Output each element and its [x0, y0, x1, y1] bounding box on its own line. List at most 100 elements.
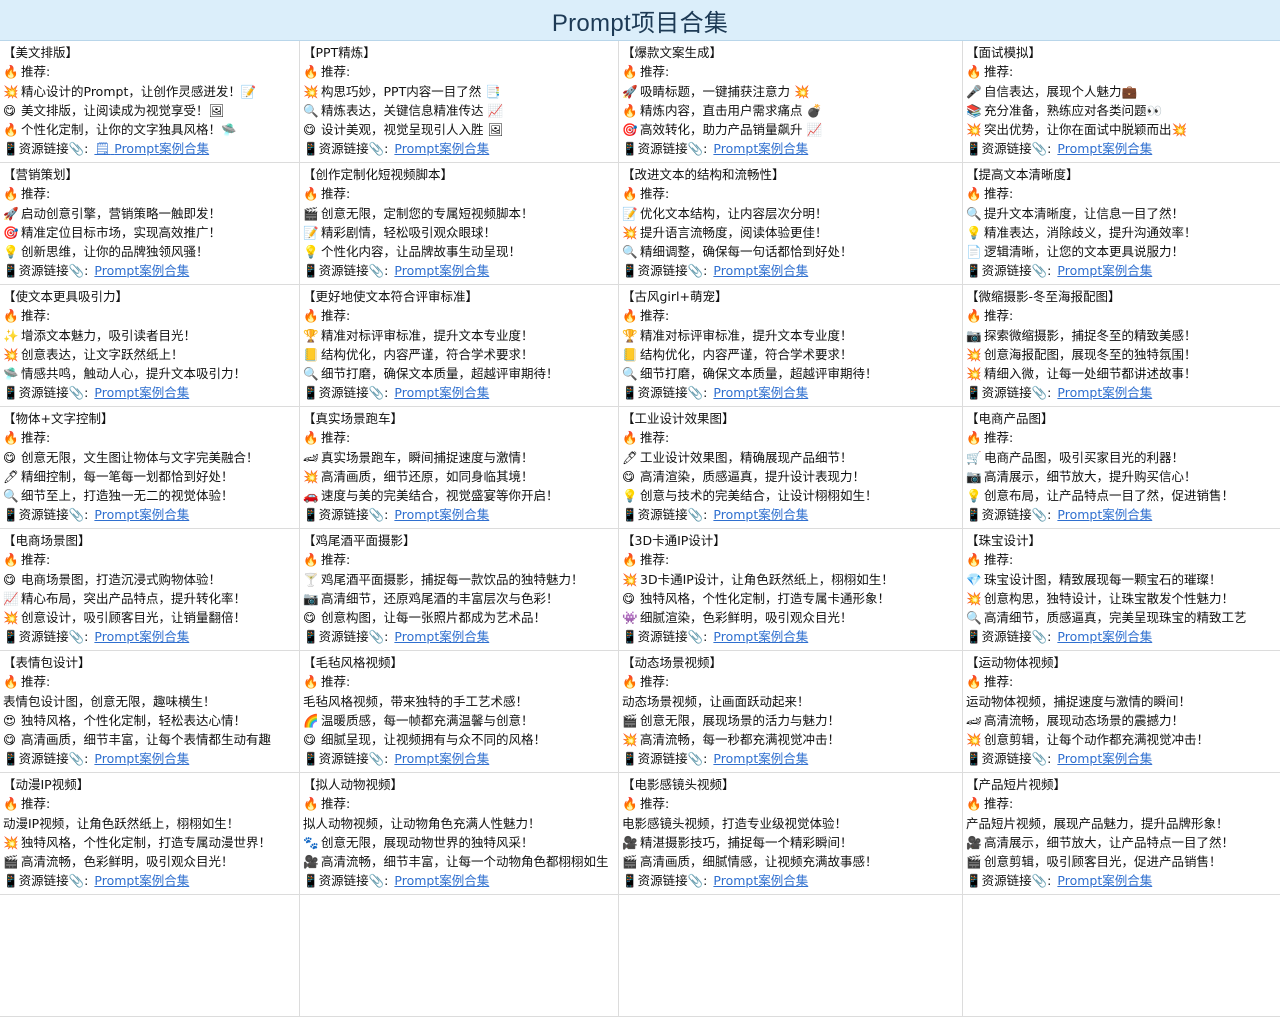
prompt-case-link[interactable]: Prompt案例合集 [94, 873, 189, 888]
recommend-row: 🔥 推荐: [303, 184, 618, 203]
line-text: 速度与美的完美结合，视觉盛宴等你开启！ [321, 488, 559, 504]
line-text: 表情包设计图，创意无限，趣味横生！ [3, 693, 216, 709]
prompt-case-link[interactable]: Prompt案例合集 [94, 385, 189, 400]
card-title: 【古风girl+萌宠】 [622, 289, 728, 304]
prompt-case-link[interactable]: Prompt案例合集 [713, 385, 808, 400]
line-text: 创意剪辑，让每个动作都充满视觉冲击！ [984, 732, 1210, 748]
line-emoji-icon: 📷 [966, 327, 982, 343]
phone-icon: 📱 [966, 629, 982, 645]
recommend-row: 🔥 推荐: [303, 306, 618, 325]
line-text: 结构优化，内容严谨，符合学术要求！ [640, 346, 853, 362]
resource-row: 📱资源链接📎: Prompt案例合集 [622, 383, 962, 402]
prompt-card: 【营销策划】 🔥 推荐: 🚀 启动创意引擎，营销策略一触即发！ 🎯 精准定位目标市场，实现高… [0, 163, 300, 285]
prompt-case-link[interactable]: Prompt案例合集 [394, 873, 489, 888]
recommend-label: 推荐: [640, 186, 670, 202]
recommend-label: 推荐: [21, 186, 51, 202]
line-emoji-icon: 🔍 [3, 488, 19, 504]
phone-icon: 📱 [303, 141, 319, 157]
recommend-row: 🔥 推荐: [966, 62, 1280, 81]
resource-row: 📱资源链接📎: Prompt案例合集 [3, 627, 299, 646]
phone-icon: 📱 [966, 507, 982, 523]
prompt-case-link[interactable]: Prompt案例合集 [713, 263, 808, 278]
resource-label: 资源链接 [981, 751, 1032, 767]
line-text: 温暖质感，每一帧都充满温馨与创意！ [321, 712, 534, 728]
prompt-case-link[interactable]: Prompt案例合集 [94, 751, 189, 766]
recommend-row: 🔥 推荐: [3, 306, 299, 325]
fire-icon: 🔥 [966, 308, 982, 324]
resource-row: 📱资源链接📎: Prompt案例合集 [3, 749, 299, 768]
prompt-case-link[interactable]: Prompt案例合集 [1057, 263, 1152, 278]
empty-cell [300, 895, 619, 1017]
prompt-case-link[interactable]: Prompt案例合集 [713, 141, 808, 156]
prompt-card: 【毛毡风格视频】 🔥 推荐: 毛毡风格视频，带来独特的手工艺术感！ 🌈 温暖质感，每一帧都… [300, 651, 619, 773]
prompt-case-link[interactable]: Prompt案例合集 [1057, 751, 1152, 766]
fire-icon: 🔥 [622, 430, 638, 446]
prompt-card: 【电商场景图】 🔥 推荐: 😋 电商场景图，打造沉浸式购物体验！ 📈 精心布局，突出产品特点… [0, 529, 300, 651]
card-line: 😋 创意构图，让每一张照片都成为艺术品！ [303, 608, 618, 627]
line-emoji-icon: 😋 [303, 732, 317, 748]
line-text: 精细控制，每一笔每一划都恰到好处！ [21, 468, 234, 484]
resource-label: 资源链接 [18, 385, 69, 401]
paperclip-icon: 📎 [368, 629, 385, 645]
prompt-case-link[interactable]: 🗒 Prompt案例合集 [94, 141, 209, 156]
card-line: 👾 细腻渲染，色彩鲜明，吸引观众目光！ [622, 608, 962, 627]
line-text: 创意表达，让文字跃然纸上！ [21, 346, 184, 362]
line-text: 工业设计效果图，精确展现产品细节！ [640, 449, 853, 465]
prompt-case-link[interactable]: Prompt案例合集 [1057, 873, 1152, 888]
paperclip-icon: 📎 [1031, 263, 1048, 279]
resource-label: 资源链接 [637, 263, 688, 279]
prompt-case-link[interactable]: Prompt案例合集 [94, 507, 189, 522]
resource-row: 📱资源链接📎: Prompt案例合集 [966, 749, 1280, 768]
resource-label: 资源链接 [18, 873, 69, 889]
paperclip-icon: 📎 [1031, 385, 1048, 401]
card-line: 🎬 高清流畅，色彩鲜明，吸引观众目光！ [3, 852, 299, 871]
prompt-case-link[interactable]: Prompt案例合集 [1057, 507, 1152, 522]
link-text: Prompt案例合集 [394, 873, 490, 889]
prompt-case-link[interactable]: Prompt案例合集 [394, 507, 489, 522]
prompt-case-link[interactable]: Prompt案例合集 [1057, 385, 1152, 400]
prompt-case-link[interactable]: Prompt案例合集 [713, 751, 808, 766]
line-emoji-icon: 🏆 [303, 327, 319, 343]
fire-icon: 🔥 [3, 308, 19, 324]
prompt-case-link[interactable]: Prompt案例合集 [713, 629, 808, 644]
separator: : [84, 263, 89, 279]
line-emoji-icon: 😋 [303, 122, 317, 138]
prompt-case-link[interactable]: Prompt案例合集 [394, 751, 489, 766]
prompt-case-link[interactable]: Prompt案例合集 [713, 507, 808, 522]
card-line: 动态场景视频，让画面跃动起来！ [622, 692, 962, 711]
card-line: 💥 提升语言流畅度，阅读体验更佳！ [622, 223, 962, 242]
prompt-case-link[interactable]: Prompt案例合集 [394, 141, 489, 156]
line-emoji-icon: 💥 [3, 346, 19, 362]
line-text: 精湛摄影技巧，捕捉每一个精彩瞬间！ [640, 834, 853, 850]
recommend-label: 推荐: [21, 64, 51, 80]
prompt-case-link[interactable]: Prompt案例合集 [713, 873, 808, 888]
prompt-card: 【拟人动物视频】 🔥 推荐: 拟人动物视频，让动物角色充满人性魅力！ 🐾 创意无限，展现动… [300, 773, 619, 895]
card-line: 🌈 温暖质感，每一帧都充满温馨与创意！ [303, 711, 618, 730]
line-emoji-icon: 🐾 [303, 834, 319, 850]
prompt-case-link[interactable]: Prompt案例合集 [1057, 629, 1152, 644]
line-emoji-icon: 💡 [303, 244, 319, 260]
line-text: 珠宝设计图，精致展现每一颗宝石的璀璨！ [984, 571, 1222, 587]
prompt-case-link[interactable]: Prompt案例合集 [94, 629, 189, 644]
recommend-label: 推荐: [984, 308, 1014, 324]
line-emoji-icon: 🔥 [622, 102, 638, 118]
paperclip-icon: 📎 [368, 141, 385, 157]
prompt-case-link[interactable]: Prompt案例合集 [94, 263, 189, 278]
prompt-case-link[interactable]: Prompt案例合集 [394, 263, 489, 278]
recommend-label: 推荐: [984, 186, 1014, 202]
line-text: 细节打磨，确保文本质量，超越评审期待！ [640, 366, 878, 382]
recommend-row: 🔥 推荐: [622, 672, 962, 691]
line-text: 运动物体视频，捕捉速度与激情的瞬间！ [966, 693, 1192, 709]
card-line: 🔍 精炼表达，关键信息精准传达 📈 [303, 101, 618, 120]
prompt-case-link[interactable]: Prompt案例合集 [1057, 141, 1152, 156]
card-line: 🎥 高清流畅，细节丰富，让每一个动物角色都栩栩如生 [303, 852, 618, 871]
prompt-case-link[interactable]: Prompt案例合集 [394, 629, 489, 644]
fire-icon: 🔥 [622, 308, 638, 324]
resource-label: 资源链接 [981, 873, 1032, 889]
line-text: 创意与技术的完美结合，让设计栩栩如生！ [640, 488, 878, 504]
prompt-case-link[interactable]: Prompt案例合集 [394, 385, 489, 400]
card-line: 💥 创意构思，独特设计，让珠宝散发个性魅力！ [966, 589, 1280, 608]
resource-row: 📱资源链接📎: Prompt案例合集 [622, 871, 962, 890]
line-text: 突出优势，让你在面试中脱颖而出💥 [984, 122, 1188, 138]
recommend-label: 推荐: [640, 430, 670, 446]
